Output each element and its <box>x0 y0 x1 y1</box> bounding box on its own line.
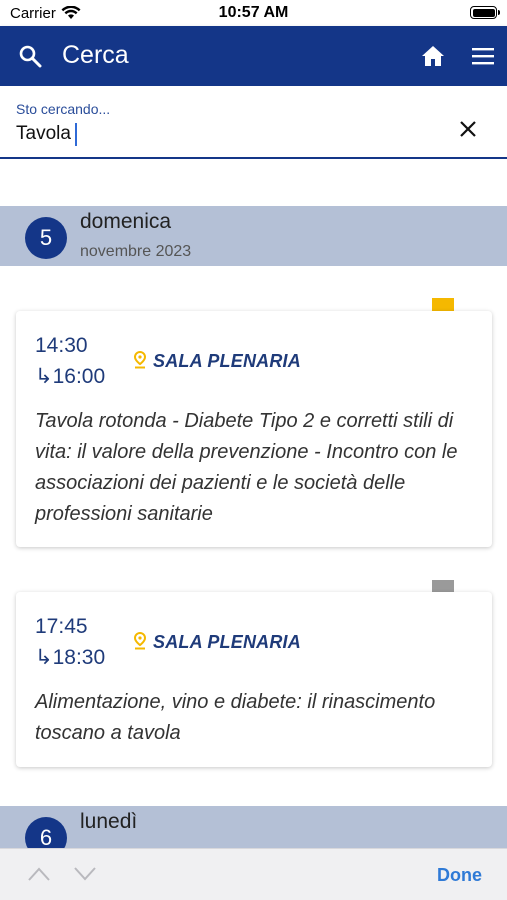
search-underline <box>0 157 507 159</box>
search-icon[interactable] <box>18 44 42 68</box>
day-name: domenica <box>80 210 172 233</box>
event-card[interactable]: 14:30 ↳16:00 SALA PLENARIA Tavola rotond… <box>16 311 492 547</box>
battery-icon <box>470 6 500 19</box>
clock: 10:57 AM <box>218 4 289 21</box>
nav-bar: Cerca <box>0 26 507 86</box>
event-location: SALA PLENARIA <box>153 632 301 652</box>
event-start-time: 14:30 <box>35 334 88 357</box>
chevron-up-icon[interactable] <box>28 867 50 881</box>
event-title: Tavola rotonda - Diabete Tipo 2 e corret… <box>35 410 458 525</box>
menu-icon[interactable] <box>471 46 495 66</box>
location-pin-icon <box>133 351 147 369</box>
day-header: 5 domenica novembre 2023 <box>0 206 507 266</box>
close-icon[interactable] <box>458 119 478 139</box>
search-area: Sto cercando... <box>0 86 507 160</box>
event-end-time: ↳18:30 <box>35 646 106 669</box>
event-location: SALA PLENARIA <box>153 351 301 371</box>
event-end-time: ↳16:00 <box>35 365 106 388</box>
event-card[interactable]: 17:45 ↳18:30 SALA PLENARIA Alimentazione… <box>16 592 492 767</box>
event-title: Alimentazione, vino e diabete: il rinasc… <box>35 691 436 744</box>
day-month: novembre 2023 <box>80 243 192 260</box>
location-pin-icon <box>133 632 147 650</box>
day-number-badge: 5 <box>25 217 67 259</box>
status-bar: Carrier 10:57 AM <box>0 0 507 26</box>
done-button[interactable]: Done <box>437 865 482 886</box>
search-label: Sto cercando... <box>16 101 111 117</box>
chevron-down-icon[interactable] <box>74 867 96 881</box>
day-name: lunedì <box>80 810 138 833</box>
event-start-time: 17:45 <box>35 615 88 638</box>
text-cursor <box>75 123 77 146</box>
keyboard-toolbar: Done <box>0 848 507 900</box>
page-title: Cerca <box>62 41 129 69</box>
search-input[interactable] <box>16 120 436 148</box>
home-icon[interactable] <box>421 45 445 67</box>
